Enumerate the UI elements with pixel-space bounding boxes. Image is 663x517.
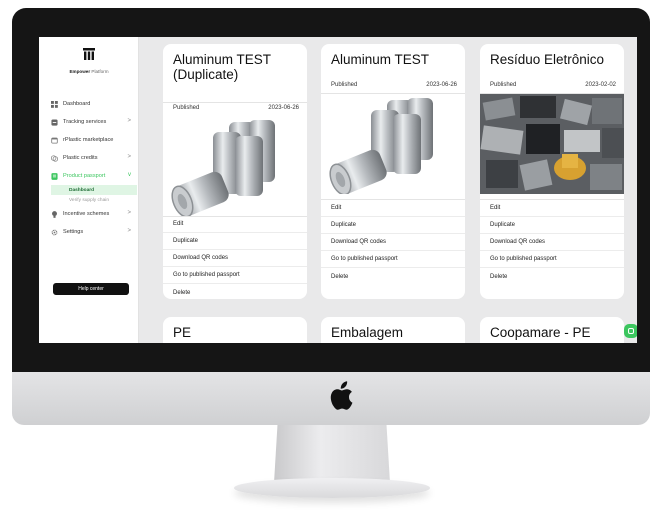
aluminum-cans-image bbox=[171, 120, 275, 216]
passport-icon bbox=[51, 172, 58, 180]
sidebar: Empower Platform Dashboard Tracking serv… bbox=[39, 37, 139, 343]
chat-bubble-icon[interactable] bbox=[624, 324, 637, 338]
marketplace-icon bbox=[51, 137, 58, 144]
card-title: PE bbox=[173, 325, 192, 340]
sidebar-item-label: rPlastic marketplace bbox=[63, 137, 114, 143]
passport-card[interactable]: Coopamare - PE bbox=[480, 317, 624, 343]
tracking-icon bbox=[51, 118, 58, 126]
brand-name-text: Empower bbox=[69, 69, 91, 74]
publish-date: 2023-06-26 bbox=[426, 82, 457, 88]
sidebar-item-incentive-schemes[interactable]: Incentive schemes > bbox=[51, 205, 137, 223]
sidebar-subitem-verify-supply-chain[interactable]: Verify supply chain bbox=[51, 195, 137, 205]
status-label: Published bbox=[331, 82, 358, 88]
sidebar-item-settings[interactable]: Settings > bbox=[51, 223, 137, 241]
duplicate-button[interactable]: Duplicate bbox=[163, 233, 307, 250]
monitor-stand-foot bbox=[234, 478, 430, 498]
delete-button[interactable]: Delete bbox=[321, 268, 465, 285]
sidebar-item-label: Dashboard bbox=[63, 101, 91, 107]
passport-grid: Aluminum TEST (Duplicate) Published 2023… bbox=[139, 37, 637, 343]
card-actions: Edit Duplicate Download QR codes Go to p… bbox=[163, 216, 307, 299]
sidebar-item-label: Tracking services bbox=[63, 119, 107, 125]
download-qr-codes-button[interactable]: Download QR codes bbox=[321, 234, 465, 251]
card-status-row: Published 2023-02-02 bbox=[490, 82, 616, 88]
chevron-right-icon: > bbox=[127, 210, 131, 216]
incentive-icon bbox=[52, 210, 57, 218]
passport-card[interactable]: Resíduo Eletrônico Published 2023-02-02 bbox=[480, 44, 624, 299]
electronic-waste-image bbox=[480, 94, 624, 194]
card-title: Resíduo Eletrônico bbox=[490, 52, 605, 67]
passport-card[interactable]: PE bbox=[163, 317, 307, 343]
delete-button[interactable]: Delete bbox=[480, 268, 624, 285]
go-to-published-passport-button[interactable]: Go to published passport bbox=[321, 251, 465, 268]
chevron-right-icon: > bbox=[127, 228, 131, 234]
duplicate-button[interactable]: Duplicate bbox=[480, 217, 624, 234]
sidebar-item-label: Incentive schemes bbox=[63, 211, 110, 217]
passport-card[interactable]: Aluminum TEST (Duplicate) Published 2023… bbox=[163, 44, 307, 299]
edit-button[interactable]: Edit bbox=[163, 216, 307, 233]
chevron-right-icon: > bbox=[127, 118, 131, 124]
card-actions: Edit Duplicate Download QR codes Go to p… bbox=[480, 200, 624, 285]
grid-icon bbox=[51, 100, 58, 108]
imac-mockup: Empower Platform Dashboard Tracking serv… bbox=[0, 0, 663, 517]
chevron-right-icon: > bbox=[127, 154, 131, 160]
help-center-button[interactable]: Help center bbox=[53, 283, 129, 295]
sidebar-item-label: Plastic credits bbox=[63, 155, 98, 161]
chat-inner-shape bbox=[628, 328, 634, 334]
sidebar-item-label: Product passport bbox=[63, 173, 106, 179]
product-image bbox=[321, 94, 465, 194]
go-to-published-passport-button[interactable]: Go to published passport bbox=[163, 267, 307, 284]
credits-icon bbox=[51, 154, 58, 162]
card-status-row: Published 2023-06-26 bbox=[173, 105, 299, 111]
edit-button[interactable]: Edit bbox=[321, 200, 465, 217]
card-actions: Edit Duplicate Download QR codes Go to p… bbox=[321, 200, 465, 285]
sidebar-item-rplastic-marketplace[interactable]: rPlastic marketplace bbox=[51, 131, 137, 149]
sidebar-subitem-dashboard[interactable]: Dashboard bbox=[51, 185, 137, 195]
sidebar-item-product-passport[interactable]: Product passport v bbox=[51, 167, 137, 185]
sidebar-nav: Dashboard Tracking services > rPlastic m… bbox=[51, 95, 137, 241]
card-title: Aluminum TEST (Duplicate) bbox=[173, 52, 271, 82]
sidebar-item-tracking-services[interactable]: Tracking services > bbox=[51, 113, 137, 131]
passport-card[interactable]: Embalagem bbox=[321, 317, 465, 343]
app-screen: Empower Platform Dashboard Tracking serv… bbox=[39, 37, 637, 343]
publish-date: 2023-06-26 bbox=[268, 105, 299, 111]
aluminum-cans-image bbox=[329, 98, 433, 194]
sidebar-item-dashboard[interactable]: Dashboard bbox=[51, 95, 137, 113]
sidebar-item-plastic-credits[interactable]: Plastic credits > bbox=[51, 149, 137, 167]
edit-button[interactable]: Edit bbox=[480, 200, 624, 217]
download-qr-codes-button[interactable]: Download QR codes bbox=[480, 234, 624, 251]
go-to-published-passport-button[interactable]: Go to published passport bbox=[480, 251, 624, 268]
card-title: Embalagem bbox=[331, 325, 404, 340]
brand-suffix-text: Platform bbox=[91, 69, 109, 74]
card-title: Coopamare - PE bbox=[490, 325, 591, 340]
sidebar-item-label: Settings bbox=[63, 229, 84, 235]
card-title: Aluminum TEST bbox=[331, 52, 430, 67]
gear-icon bbox=[51, 229, 58, 235]
product-image bbox=[163, 116, 307, 216]
product-image bbox=[480, 94, 624, 194]
status-label: Published bbox=[173, 105, 200, 111]
card-status-row: Published 2023-06-26 bbox=[331, 82, 457, 88]
publish-date: 2023-02-02 bbox=[585, 82, 616, 88]
duplicate-button[interactable]: Duplicate bbox=[321, 217, 465, 234]
monitor-stand-neck bbox=[274, 425, 390, 483]
brand-name: Empower Platform bbox=[39, 69, 139, 74]
passport-card[interactable]: Aluminum TEST Published 2023-06-26 Edit … bbox=[321, 44, 465, 299]
apple-logo-icon bbox=[330, 381, 353, 410]
download-qr-codes-button[interactable]: Download QR codes bbox=[163, 250, 307, 267]
delete-button[interactable]: Delete bbox=[163, 284, 307, 299]
status-label: Published bbox=[490, 82, 517, 88]
empower-logo-icon bbox=[83, 48, 95, 60]
brand[interactable]: Empower Platform bbox=[39, 47, 139, 74]
chevron-down-icon: v bbox=[128, 172, 131, 178]
divider bbox=[163, 102, 307, 103]
